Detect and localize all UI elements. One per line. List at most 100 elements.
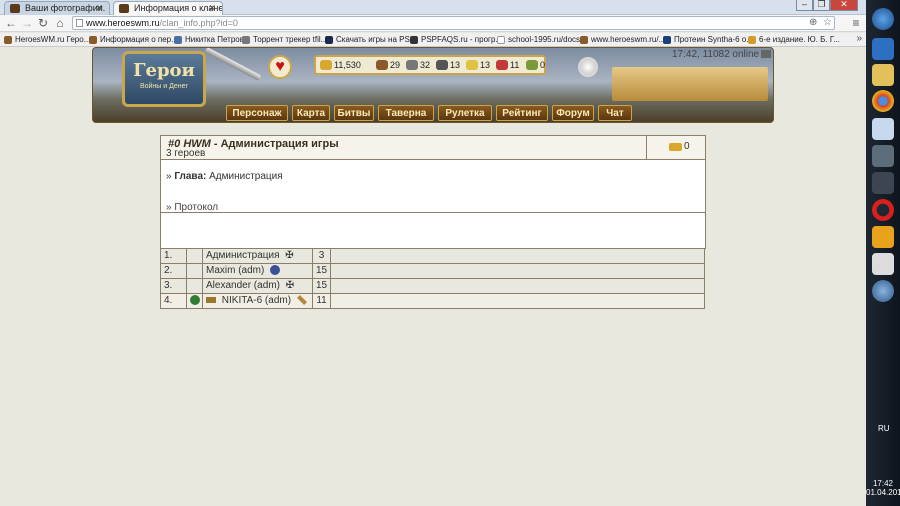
table-row: 3. Alexander (adm) ✠ 15	[160, 278, 705, 294]
url-host: www.heroeswm.ru	[86, 18, 160, 28]
bookmark-favicon-icon	[580, 36, 588, 44]
url-path: /clan_info.php?id=0	[159, 18, 238, 28]
tab-clan-info[interactable]: Информация о клане ✕	[113, 1, 223, 15]
bookmark-item[interactable]: Торрент трекер tfil...	[242, 34, 327, 46]
crystal-icon	[496, 60, 508, 70]
bookmark-favicon-icon	[89, 36, 97, 44]
resources-bar: 11,530 29 32 13 13 11 0	[314, 55, 546, 75]
menu-item-map[interactable]: Карта	[292, 105, 330, 121]
menu-item-forum[interactable]: Форум	[552, 105, 594, 121]
bookmark-item[interactable]: Скачать игры на PS...	[325, 34, 416, 46]
forward-arrow-icon[interactable]: →	[20, 16, 34, 30]
language-indicator[interactable]: RU	[878, 424, 890, 433]
home-icon[interactable]: ⌂	[53, 16, 67, 30]
menu-item-battles[interactable]: Битвы	[334, 105, 374, 121]
menu-item-tavern[interactable]: Таверна	[378, 105, 434, 121]
clan-info-panel: #0 HWM - Администрация игры 3 героев 0 »…	[160, 135, 706, 249]
member-name-link[interactable]: Maxim (adm)	[206, 265, 264, 276]
member-level: 3	[311, 248, 332, 264]
clan-head-line: » Глава: Администрация	[166, 171, 283, 182]
clan-gold-value: 0	[684, 141, 690, 152]
member-extra	[330, 263, 705, 279]
menu-item-rating[interactable]: Рейтинг	[496, 105, 548, 121]
bookmark-item[interactable]: Информация о пер...	[89, 34, 178, 46]
opera-icon[interactable]	[872, 199, 894, 221]
clan-description: Администрация игры	[220, 138, 339, 150]
bookmark-favicon-icon	[4, 36, 12, 44]
menu-item-roulette[interactable]: Рулетка	[438, 105, 492, 121]
sulfur-icon	[466, 60, 478, 70]
bookmark-star-icon[interactable]: ☆	[823, 17, 832, 29]
folder-icon[interactable]	[872, 64, 894, 86]
gems-icon	[526, 60, 538, 70]
bookmark-item[interactable]: school-1995.ru/docs...	[497, 34, 587, 46]
pspfaqs-icon	[410, 36, 418, 44]
vk-icon	[174, 36, 182, 44]
tank-game-icon[interactable]	[872, 172, 894, 194]
bookmark-item[interactable]: Протеин Syntha-6 о...	[663, 34, 753, 46]
orb-icon	[270, 265, 281, 276]
restore-button[interactable]: ❐	[813, 0, 830, 11]
table-row: 4. NIKITA-6 (adm) 11	[160, 293, 705, 309]
calculator-icon[interactable]	[872, 118, 894, 140]
member-name-link[interactable]: NIKITA-6 (adm)	[222, 295, 291, 306]
table-row: 1. Администрация ✠ 3	[160, 248, 705, 264]
bookmark-item[interactable]: PSPFAQS.ru - прогр...	[410, 34, 502, 46]
zoom-icon[interactable]: ⊕	[809, 17, 817, 29]
minimize-button[interactable]: –	[796, 0, 813, 11]
page-icon	[76, 19, 83, 27]
member-index: 2.	[160, 263, 187, 279]
tray-clock[interactable]: 17:42 01.04.2013	[866, 479, 900, 497]
member-name-link[interactable]: Alexander (adm)	[206, 280, 280, 291]
member-avatar-cell	[186, 263, 203, 279]
member-name-link[interactable]: Администрация	[206, 250, 280, 261]
protocol-link[interactable]: Протокол	[174, 202, 218, 213]
menu-icon[interactable]: ≡	[849, 16, 863, 30]
bookmark-item[interactable]: 6-е издание. Ю. Б. Г...	[748, 34, 840, 46]
close-window-button[interactable]: ✕	[830, 0, 858, 11]
start-button-icon[interactable]	[872, 8, 894, 30]
gems-resource: 0	[526, 60, 545, 71]
member-extra	[330, 278, 705, 294]
mercury-icon	[436, 60, 448, 70]
member-name-cell: Alexander (adm) ✠	[202, 278, 313, 294]
member-name-cell: Администрация ✠	[202, 248, 313, 264]
clan-badge-icon	[206, 297, 216, 304]
game-header: Герои Войны и Денег ♥ 11,530 29 32 13 13…	[92, 46, 774, 123]
bookmark-item[interactable]: HeroesWM.ru Геро...	[4, 34, 90, 46]
member-index: 3.	[160, 278, 187, 294]
gold-resource: 11,530	[320, 60, 361, 71]
bookmark-item[interactable]: Никитка Петров	[174, 34, 244, 46]
close-tab-icon[interactable]: ✕	[208, 2, 216, 15]
app-k-icon[interactable]	[872, 253, 894, 275]
chrome-icon[interactable]	[872, 90, 894, 112]
browser-tab-bar: Ваши фотографии. ✕ Информация о клане ✕ …	[0, 0, 866, 15]
clan-heroes-count: 3 героев	[166, 148, 206, 159]
page-icon	[497, 36, 505, 44]
address-bar[interactable]: www.heroeswm.ru/clan_info.php?id=0 ⊕ ☆	[72, 16, 835, 30]
bookmarks-more-icon[interactable]: »	[856, 33, 862, 44]
online-status-icon	[189, 295, 200, 306]
ring-icon[interactable]	[578, 57, 598, 77]
reload-icon[interactable]: ↻	[36, 16, 50, 30]
member-index: 4.	[160, 293, 187, 309]
app-icon[interactable]	[872, 145, 894, 167]
logo-subtitle: Войны и Денег	[139, 83, 189, 90]
aimp-icon[interactable]	[872, 226, 894, 248]
internet-explorer-icon[interactable]	[872, 38, 894, 60]
member-level: 15	[311, 263, 332, 279]
bookmarks-bar: HeroesWM.ru Геро... Информация о пер... …	[0, 33, 866, 47]
heart-icon[interactable]: ♥	[268, 55, 292, 79]
member-extra	[330, 293, 705, 309]
back-arrow-icon[interactable]: ←	[4, 16, 18, 30]
game-logo[interactable]: Герои Войны и Денег	[122, 51, 206, 107]
menu-item-chat[interactable]: Чат	[598, 105, 632, 121]
tab-photos[interactable]: Ваши фотографии. ✕	[4, 1, 110, 15]
menu-item-character[interactable]: Персонаж	[226, 105, 288, 121]
clan-head-value[interactable]: Администрация	[209, 171, 283, 182]
bookmark-favicon-icon	[748, 36, 756, 44]
bookmark-item[interactable]: www.heroeswm.ru/...	[580, 34, 665, 46]
online-icon	[761, 50, 772, 59]
network-icon[interactable]	[872, 280, 894, 302]
close-tab-icon[interactable]: ✕	[95, 2, 103, 15]
